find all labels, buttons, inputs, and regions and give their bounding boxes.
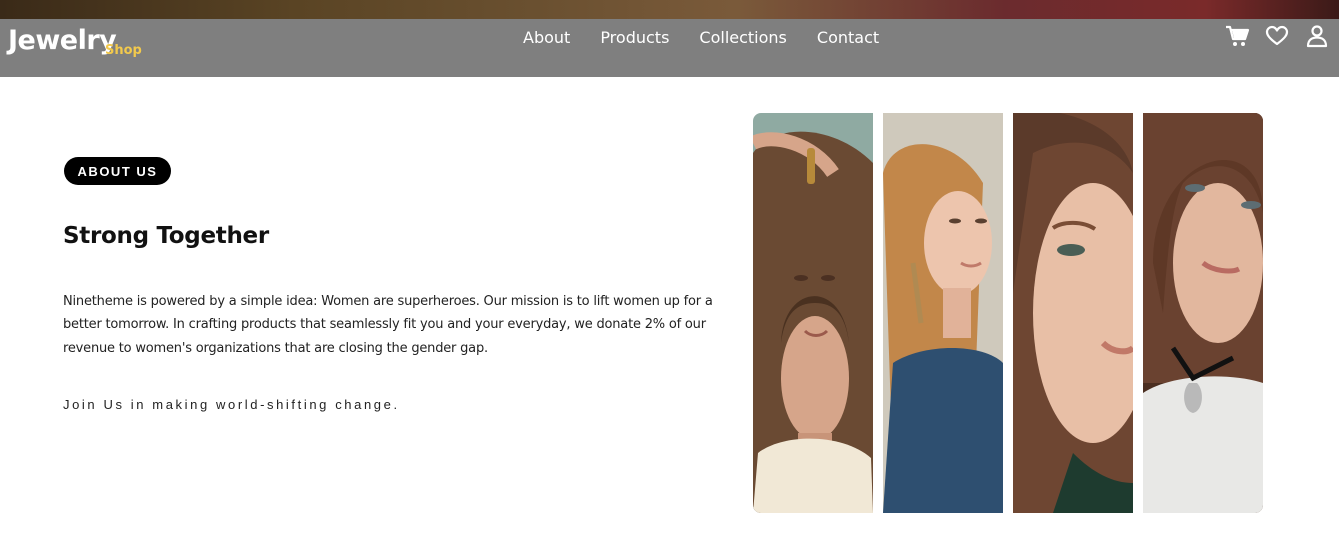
section-title: Strong Together xyxy=(63,223,269,249)
model-photo-1 xyxy=(753,113,873,513)
join-us-text: Join Us in making world-shifting change. xyxy=(63,397,400,412)
user-icon[interactable] xyxy=(1304,24,1330,48)
heart-icon[interactable] xyxy=(1264,24,1290,48)
logo-sub[interactable]: Shop xyxy=(105,43,142,58)
top-navbar: Jewelry Shop About Products Collections … xyxy=(0,19,1339,77)
model-photo-2 xyxy=(883,113,1003,513)
about-paragraph: Ninetheme is powered by a simple idea: W… xyxy=(63,294,713,356)
nav-link-products[interactable]: Products xyxy=(585,28,684,48)
logo-main[interactable]: Jewelry xyxy=(8,25,117,56)
nav-link-contact[interactable]: Contact xyxy=(802,28,894,48)
model-photo-3 xyxy=(1013,113,1133,513)
hero-image-strip xyxy=(0,0,1339,19)
main-nav: About Products Collections Contact xyxy=(508,28,894,48)
about-us-badge: ABOUT US xyxy=(64,157,171,185)
nav-link-about[interactable]: About xyxy=(508,28,585,48)
header-icons xyxy=(1224,24,1330,48)
model-photo-4 xyxy=(1143,113,1263,513)
nav-link-collections[interactable]: Collections xyxy=(684,28,801,48)
cart-icon[interactable] xyxy=(1224,24,1250,48)
